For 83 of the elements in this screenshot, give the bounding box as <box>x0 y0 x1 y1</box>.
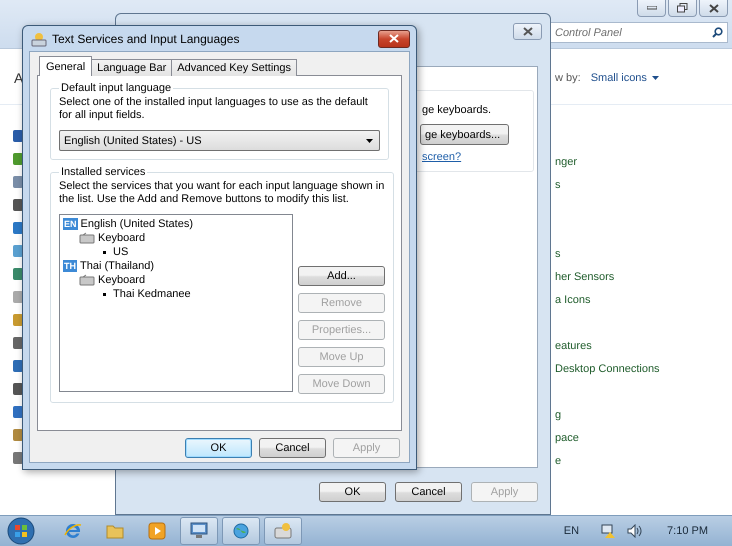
applet-icon[interactable] <box>12 128 24 144</box>
applet-link[interactable]: Desktop Connections <box>555 363 660 375</box>
restore-button[interactable] <box>668 0 697 17</box>
applet-link[interactable]: nger <box>555 156 578 168</box>
applet-icon[interactable] <box>12 312 24 328</box>
restore-icon <box>677 3 688 13</box>
close-button[interactable] <box>378 30 410 48</box>
applet-icon[interactable] <box>12 404 24 420</box>
applet-icon[interactable] <box>12 174 24 190</box>
taskbar-button[interactable] <box>180 517 218 545</box>
applet-link[interactable]: s <box>555 248 560 260</box>
monitor-icon[interactable] <box>189 522 209 540</box>
close-icon <box>389 34 399 43</box>
applet-icon[interactable] <box>12 381 24 397</box>
close-button[interactable] <box>513 23 542 40</box>
language-indicator[interactable]: EN <box>564 525 580 537</box>
search-icon[interactable] <box>712 27 723 38</box>
tab[interactable]: General <box>39 56 92 76</box>
caret-icon <box>652 76 659 80</box>
language-dropdown[interactable]: English (United States) - US <box>59 130 380 151</box>
applet-icon[interactable] <box>12 243 24 259</box>
minimize-button[interactable] <box>637 0 666 17</box>
view-by-dropdown[interactable]: Small icons <box>590 72 659 84</box>
dialog-button[interactable]: OK <box>185 438 252 458</box>
applet-link[interactable]: pace <box>555 432 579 444</box>
applet-link[interactable]: s <box>555 179 560 191</box>
globe-icon[interactable] <box>232 522 250 540</box>
close-icon <box>522 27 532 36</box>
change-keyboards-button[interactable]: ge keyboards... <box>420 124 510 145</box>
keyboard-icon <box>31 30 47 46</box>
language-badge: EN <box>63 218 78 230</box>
tree-item[interactable]: Thai (Thailand) <box>80 260 154 272</box>
applet-icon[interactable] <box>12 266 24 282</box>
caret-icon <box>366 138 373 142</box>
applet-link[interactable]: eatures <box>555 340 592 352</box>
tree-item[interactable]: English (United States) <box>80 218 194 230</box>
close-button[interactable] <box>699 0 728 17</box>
group-description: Select the services that you want for each input language shown in the list. Use the Add and Remove buttons to modify this list. <box>59 180 385 206</box>
keyboard-icon[interactable] <box>273 522 293 540</box>
network-icon[interactable] <box>601 523 618 539</box>
bullet-icon <box>103 250 106 254</box>
services-tree[interactable]: EN English (United States) Keyboard US TH Thai (Thailand) Keyboard Thai Kedmanee <box>59 214 293 392</box>
service-button[interactable]: Add... <box>298 266 385 286</box>
help-link[interactable]: screen? <box>422 151 462 163</box>
keyboard-icon <box>79 232 95 244</box>
dialog-button[interactable]: Cancel <box>259 438 326 458</box>
address-bar[interactable]: Control Panel <box>548 22 728 43</box>
taskbar-button[interactable] <box>222 517 260 545</box>
group-description: Select one of the installed input languages to use as the default for all input fields. <box>59 96 369 122</box>
keyboard-icon <box>79 274 95 286</box>
media-player-icon[interactable] <box>148 522 166 540</box>
applet-link[interactable]: her Sensors <box>555 271 614 283</box>
language-badge: TH <box>63 260 77 272</box>
applet-icon[interactable] <box>12 151 24 167</box>
applet-icon[interactable] <box>12 358 24 374</box>
applet-icon[interactable] <box>12 197 24 213</box>
taskbar-button[interactable] <box>264 517 302 545</box>
applet-icon[interactable] <box>12 335 24 351</box>
group-label: Default input language <box>60 82 172 94</box>
tree-item[interactable]: US <box>113 246 128 258</box>
dialog-button[interactable]: Cancel <box>395 482 462 502</box>
tab[interactable]: Advanced Key Settings <box>171 59 298 76</box>
applet-icon[interactable] <box>12 289 24 305</box>
applet-link[interactable]: a Icons <box>555 294 590 306</box>
applet-icon[interactable] <box>12 450 24 466</box>
keyboard-description: ge keyboards. <box>422 104 492 116</box>
tree-item[interactable]: Thai Kedmanee <box>113 288 191 300</box>
tab[interactable]: Language Bar <box>91 59 172 76</box>
clock[interactable]: 7:10 PM <box>667 525 708 537</box>
tree-item[interactable]: Keyboard <box>98 232 146 244</box>
applet-icon[interactable] <box>12 220 24 236</box>
tree-item[interactable]: Keyboard <box>98 274 146 286</box>
dialog-button[interactable]: OK <box>319 482 386 502</box>
view-by-label: w by: <box>555 72 581 84</box>
bullet-icon <box>103 292 106 296</box>
minimize-icon <box>646 6 656 10</box>
window-title: Text Services and Input Languages <box>52 32 240 46</box>
applet-icon[interactable] <box>12 427 24 443</box>
speaker-icon[interactable] <box>627 524 644 538</box>
close-icon <box>708 4 718 12</box>
applet-link[interactable]: e <box>555 455 562 467</box>
group-label: Installed services <box>60 166 146 178</box>
applet-link[interactable]: g <box>555 409 562 421</box>
